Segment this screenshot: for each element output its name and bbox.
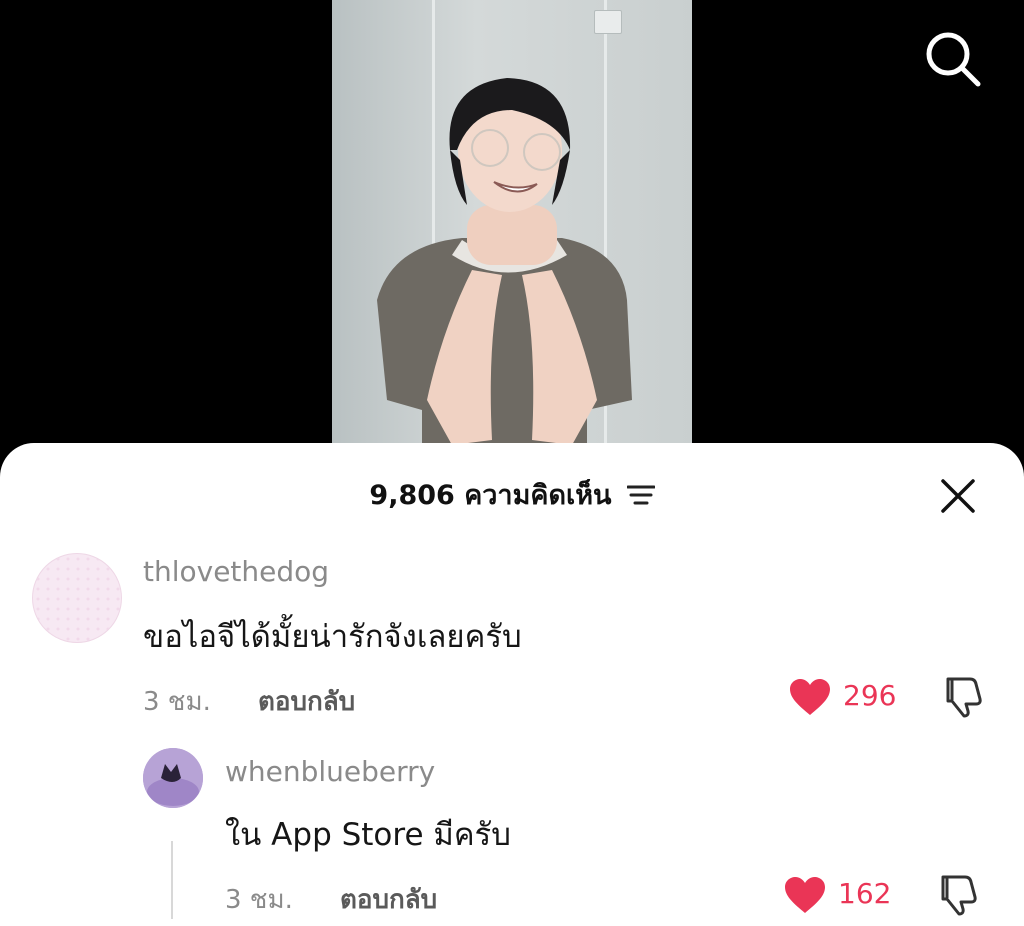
person-figure (377, 78, 632, 460)
like-count: 296 (843, 679, 897, 712)
comment-username[interactable]: whenblueberry (225, 755, 435, 788)
comment-time: 3 ชม. (225, 885, 293, 915)
search-icon[interactable] (922, 28, 984, 90)
heart-icon[interactable] (783, 875, 827, 915)
comment-text: ใน App Store มีครับ (225, 817, 511, 853)
thumbs-down-icon[interactable] (933, 873, 981, 917)
comment-username[interactable]: thlovethedog (143, 555, 329, 588)
avatar[interactable] (32, 553, 122, 643)
video-player[interactable] (0, 0, 1024, 470)
comment-time: 3 ชม. (143, 687, 211, 717)
comments-sheet: 9,806 ความคิดเห็น thlovethedog ขอไอจีได้… (0, 443, 1024, 926)
video-frame[interactable] (332, 0, 692, 460)
thread-line (171, 841, 173, 919)
heart-icon[interactable] (788, 677, 832, 717)
like-count: 162 (838, 877, 892, 910)
avatar[interactable] (143, 748, 203, 808)
close-icon[interactable] (940, 478, 976, 514)
comments-header: 9,806 ความคิดเห็น (0, 473, 1024, 517)
reply-button[interactable]: ตอบกลับ (258, 681, 355, 722)
thumbs-down-icon[interactable] (938, 675, 986, 719)
sort-icon[interactable] (626, 484, 655, 506)
reply-button[interactable]: ตอบกลับ (340, 879, 437, 920)
comment-count: 9,806 ความคิดเห็น (369, 480, 612, 511)
comment-text: ขอไอจีได้มั้ยน่ารักจังเลยครับ (143, 619, 522, 655)
